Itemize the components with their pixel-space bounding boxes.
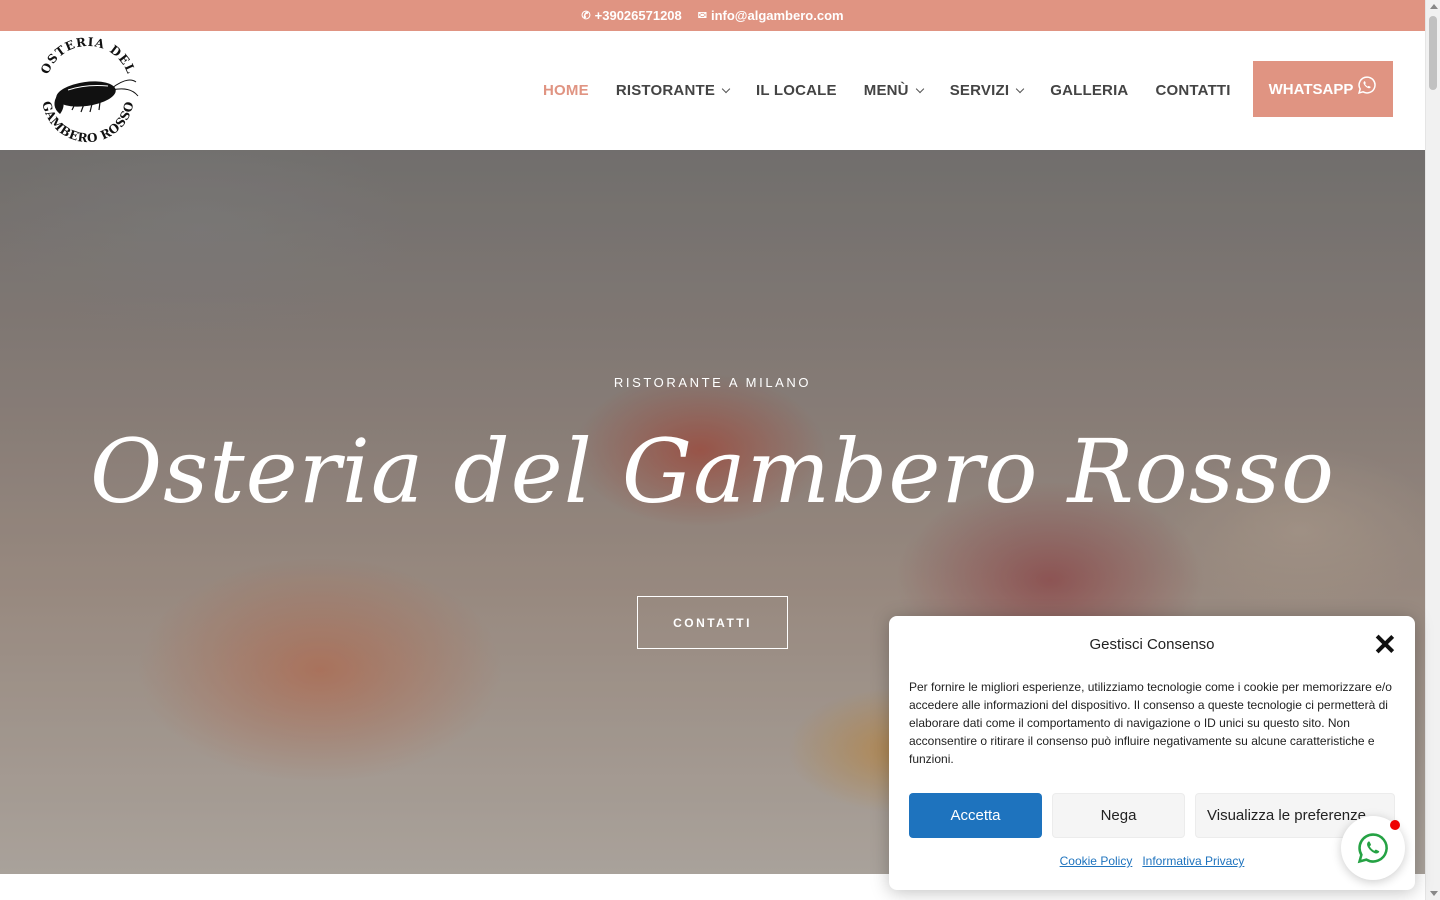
nav-label: MENÙ bbox=[863, 82, 909, 99]
phone-link[interactable]: ✆ +39026571208 bbox=[581, 8, 681, 23]
scroll-down-icon[interactable] bbox=[1430, 891, 1438, 896]
nav-label: CONTATTI bbox=[1155, 82, 1231, 99]
top-contact-bar: ✆ +39026571208 ✉ info@algambero.com bbox=[0, 0, 1425, 31]
whatsapp-label: WHATSAPP bbox=[1268, 80, 1354, 98]
site-logo[interactable]: OSTERIA DEL GAMBERO ROSSO bbox=[32, 35, 144, 146]
nav-il-locale[interactable]: IL LOCALE bbox=[756, 82, 837, 99]
hero-contact-button[interactable]: CONTATTI bbox=[637, 596, 788, 649]
email-address: info@algambero.com bbox=[710, 8, 844, 23]
email-link[interactable]: ✉ info@algambero.com bbox=[698, 8, 844, 23]
consent-description: Per fornire le migliori esperienze, util… bbox=[909, 680, 1392, 766]
envelope-icon: ✉ bbox=[697, 10, 707, 22]
nav-label: SERVIZI bbox=[949, 82, 1010, 99]
hero-title: Osteria del Gambero Rosso bbox=[89, 420, 1336, 523]
consent-links: Cookie Policy Informativa Privacy bbox=[889, 854, 1415, 868]
whatsapp-chat-button[interactable] bbox=[1341, 816, 1405, 880]
consent-title: Gestisci Consenso bbox=[1089, 636, 1215, 653]
cookie-policy-link[interactable]: Cookie Policy bbox=[1060, 854, 1133, 868]
nav-label: IL LOCALE bbox=[756, 82, 837, 99]
nav-ristorante[interactable]: RISTORANTE bbox=[615, 82, 731, 99]
nav-galleria[interactable]: GALLERIA bbox=[1050, 82, 1128, 99]
cookie-consent-dialog: Gestisci Consenso Per fornire le miglior… bbox=[889, 616, 1415, 890]
page-scrollbar[interactable] bbox=[1425, 0, 1440, 900]
nav-home[interactable]: HOME bbox=[543, 82, 589, 99]
nav-servizi[interactable]: SERVIZI bbox=[949, 82, 1025, 99]
phone-icon: ✆ bbox=[581, 10, 591, 22]
main-nav: HOME RISTORANTE IL LOCALE MENÙ SERVIZI G… bbox=[543, 31, 1258, 150]
privacy-policy-link[interactable]: Informativa Privacy bbox=[1142, 854, 1244, 868]
deny-button[interactable]: Nega bbox=[1052, 793, 1185, 838]
svg-text:GAMBERO ROSSO: GAMBERO ROSSO bbox=[39, 100, 137, 146]
scrollbar-thumb[interactable] bbox=[1429, 16, 1437, 90]
whatsapp-icon bbox=[1358, 76, 1377, 94]
consent-actions: Accetta Nega Visualizza le preferenze bbox=[909, 793, 1395, 838]
scroll-up-icon[interactable] bbox=[1430, 4, 1438, 9]
chevron-down-icon bbox=[1015, 84, 1025, 93]
nav-contatti[interactable]: CONTATTI bbox=[1155, 82, 1230, 99]
close-icon[interactable] bbox=[1375, 634, 1395, 654]
site-header: OSTERIA DEL GAMBERO ROSSO HOME RISTORANT… bbox=[0, 31, 1425, 150]
nav-label: HOME bbox=[543, 82, 589, 99]
nav-label: RISTORANTE bbox=[615, 82, 716, 99]
svg-text:OSTERIA DEL: OSTERIA DEL bbox=[38, 36, 138, 76]
shrimp-icon: OSTERIA DEL GAMBERO ROSSO bbox=[38, 35, 139, 146]
whatsapp-button[interactable]: WHATSAPP bbox=[1253, 61, 1393, 117]
chevron-down-icon bbox=[915, 84, 924, 93]
notification-dot bbox=[1390, 820, 1400, 830]
accept-button[interactable]: Accetta bbox=[909, 793, 1042, 838]
nav-label: GALLERIA bbox=[1050, 82, 1129, 99]
whatsapp-icon bbox=[1357, 833, 1388, 864]
hero-subtitle: RISTORANTE A MILANO bbox=[613, 375, 812, 390]
nav-menu[interactable]: MENÙ bbox=[863, 82, 924, 99]
phone-number: +39026571208 bbox=[594, 8, 682, 23]
chevron-down-icon bbox=[721, 84, 731, 93]
